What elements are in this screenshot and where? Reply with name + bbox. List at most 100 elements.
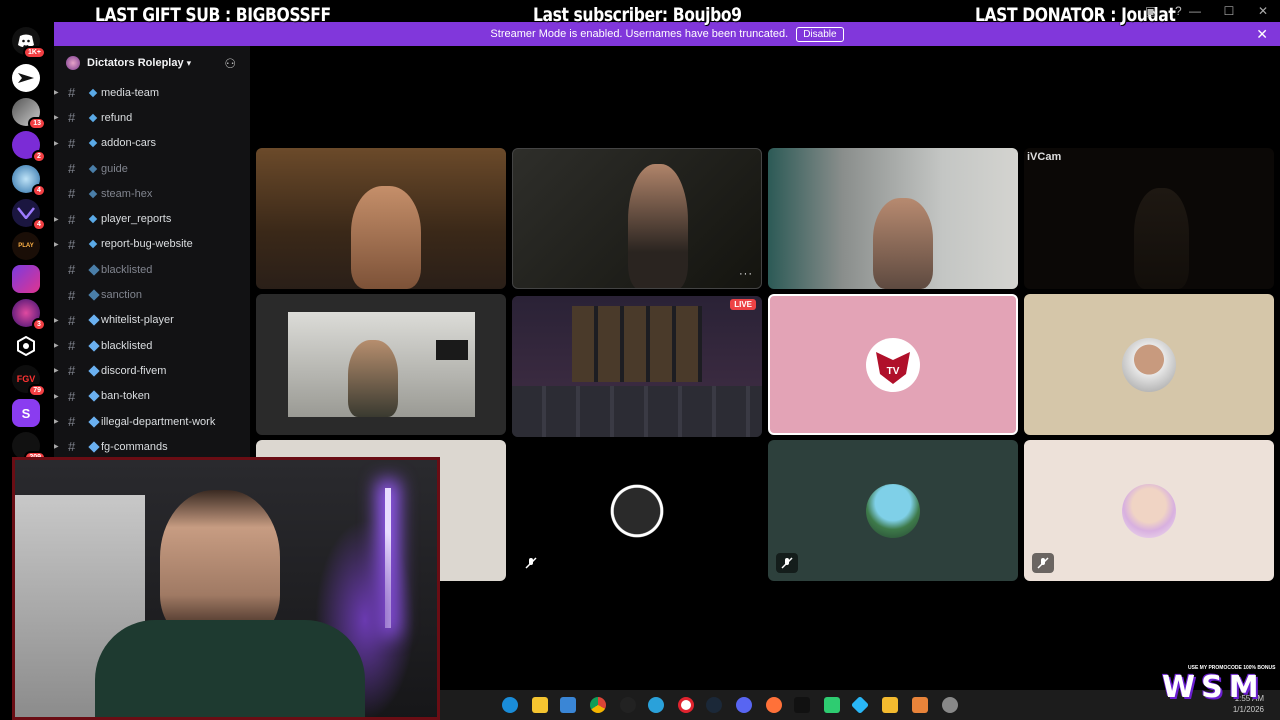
minimize-icon[interactable]: — — [1188, 4, 1202, 18]
avatar-tile[interactable] — [512, 440, 762, 581]
channel-name: report-bug-website — [101, 238, 193, 251]
more-options-icon[interactable]: ··· — [739, 268, 753, 280]
file-explorer-icon[interactable] — [532, 697, 548, 713]
store-icon[interactable] — [560, 697, 576, 713]
channel-name: whitelist-player — [101, 314, 174, 327]
close-icon[interactable]: ✕ — [1256, 4, 1270, 18]
channel-name: addon-cars — [101, 137, 157, 150]
channel-item[interactable]: ▶ # refund — [54, 105, 250, 130]
avatar-tile[interactable]: TV — [768, 294, 1018, 435]
participant-avatar — [866, 483, 920, 538]
server-icon[interactable]: S — [12, 399, 40, 427]
channel-item[interactable]: ▶ # fg-commands — [54, 434, 250, 459]
guild-name: Dictators Roleplay — [87, 57, 184, 69]
app-icon[interactable] — [850, 695, 870, 715]
participant-avatar — [1122, 483, 1176, 538]
steam-icon[interactable] — [706, 697, 722, 713]
app-icon[interactable] — [824, 697, 840, 713]
expand-arrow-icon: ▶ — [54, 419, 59, 425]
server-icon[interactable]: 13 — [12, 98, 46, 130]
participant-avatar: TV — [866, 337, 920, 392]
hash-icon: # — [68, 363, 76, 379]
expand-arrow-icon: ▶ — [54, 368, 59, 375]
channel-name: guide — [101, 162, 128, 175]
expand-arrow-icon: ▶ — [54, 444, 59, 451]
server-icon[interactable]: 209 — [12, 432, 46, 464]
channel-item[interactable]: ▶ # player_reports — [54, 206, 250, 231]
hash-icon: # — [68, 388, 76, 404]
channel-item[interactable]: ▶ # report-bug-website — [54, 232, 250, 257]
app-icon[interactable] — [620, 697, 636, 713]
diamond-icon — [88, 365, 100, 377]
hash-icon: # — [68, 338, 76, 354]
channel-item[interactable]: # sanction — [54, 282, 250, 307]
avatar-tile[interactable] — [768, 440, 1018, 581]
discord-icon[interactable] — [736, 697, 752, 713]
channel-name: refund — [101, 111, 133, 124]
banner-close-icon[interactable]: ✕ — [1256, 26, 1268, 43]
server-icon[interactable]: PLAY — [12, 232, 40, 260]
binance-icon[interactable] — [882, 697, 898, 713]
app-icon[interactable] — [912, 697, 928, 713]
server-icon[interactable]: 4 — [12, 165, 46, 197]
muted-mic-icon — [1032, 553, 1054, 573]
channel-item[interactable]: ▶ # ban-token — [54, 384, 250, 409]
server-icon[interactable]: 3 — [12, 299, 46, 331]
expand-arrow-icon: ▶ — [54, 90, 59, 97]
channel-item[interactable]: # guide — [54, 156, 250, 181]
channel-item[interactable]: ▶ # media-team — [54, 80, 250, 105]
channel-item[interactable]: ▶ # discord-fivem — [54, 358, 250, 383]
disable-button[interactable]: Disable — [796, 26, 844, 42]
screen-share-tile[interactable]: LIVE — [512, 296, 762, 437]
edge-icon[interactable] — [502, 697, 518, 713]
opera-icon[interactable] — [678, 697, 694, 713]
help-icon[interactable]: ? — [1175, 4, 1189, 18]
discord-home-icon[interactable]: 1K+ — [12, 27, 46, 59]
channel-item[interactable]: ▶ # whitelist-player — [54, 308, 250, 333]
server-icon[interactable] — [12, 265, 40, 293]
server-icon[interactable] — [12, 332, 40, 360]
hash-icon: # — [68, 161, 76, 177]
hash-icon: # — [68, 287, 76, 303]
video-tile[interactable] — [768, 148, 1018, 289]
hash-icon: # — [68, 211, 76, 227]
streamer-webcam — [12, 457, 440, 720]
add-member-icon[interactable]: ⚇ — [224, 56, 236, 72]
channel-item[interactable]: # blacklisted — [54, 257, 250, 282]
server-icon[interactable]: 2 — [12, 131, 46, 163]
server-badge: 1K+ — [22, 46, 46, 59]
expand-arrow-icon: ▶ — [54, 140, 59, 147]
hash-icon: # — [68, 414, 76, 429]
channel-item[interactable]: # steam-hex — [54, 181, 250, 206]
diamond-icon — [88, 88, 98, 97]
maximize-icon[interactable]: ☐ — [1222, 4, 1236, 18]
firefox-icon[interactable] — [766, 697, 782, 713]
video-tile[interactable] — [256, 148, 506, 289]
expand-arrow-icon: ▶ — [54, 393, 59, 400]
video-tile[interactable]: ··· — [512, 148, 762, 289]
hash-icon: # — [68, 236, 76, 252]
channel-item[interactable]: ▶ # illegal-department-work — [54, 409, 250, 434]
channel-item[interactable]: ▶ # addon-cars — [54, 131, 250, 156]
channel-name: discord-fivem — [101, 364, 167, 377]
avatar-tile[interactable] — [1024, 294, 1274, 435]
inbox-icon[interactable]: ▣ — [1145, 4, 1159, 18]
hash-icon: # — [68, 110, 76, 126]
diamond-icon — [88, 441, 100, 453]
capcut-icon[interactable] — [794, 697, 810, 713]
expand-arrow-icon: ▶ — [54, 317, 59, 324]
chrome-icon[interactable] — [590, 697, 606, 713]
server-icon[interactable]: 4 — [12, 199, 46, 231]
settings-icon[interactable] — [942, 697, 958, 713]
participant-avatar — [610, 483, 664, 538]
avatar-tile[interactable] — [1024, 440, 1274, 581]
telegram-icon[interactable] — [648, 697, 664, 713]
window-controls: — ☐ ✕ — [1188, 4, 1270, 18]
video-tile[interactable]: iVCam — [1024, 148, 1274, 289]
brand-logo: USE MY PROMOCODE 100% BONUS WSM — [1150, 660, 1275, 708]
server-icon[interactable] — [12, 64, 40, 92]
server-icon[interactable]: FGV 79 — [12, 365, 46, 397]
guild-header[interactable]: Dictators Roleplay ▾ ⚇ — [54, 46, 250, 80]
video-tile[interactable] — [256, 294, 506, 435]
channel-item[interactable]: ▶ # blacklisted — [54, 333, 250, 358]
